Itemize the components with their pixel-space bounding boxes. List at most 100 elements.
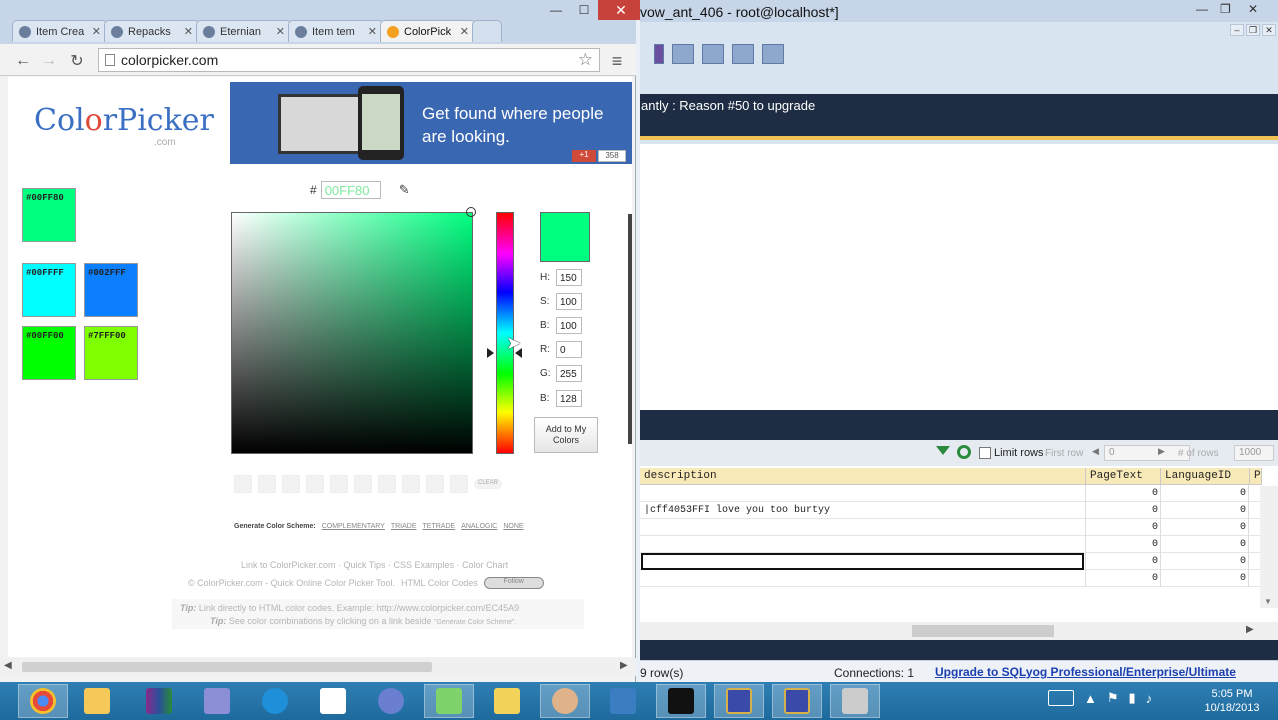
green-input[interactable]: 255 [556, 365, 582, 382]
address-bar[interactable]: colorpicker.com ☆ [98, 48, 600, 72]
table-row[interactable]: 00 [640, 570, 1266, 587]
cell-pagetext[interactable]: 0 [1086, 505, 1158, 516]
table-row[interactable]: |cff4053FFI love you too burtyy 0 0 [640, 502, 1266, 519]
action-center-icon[interactable]: ⚑ [1107, 690, 1119, 706]
minimize-button[interactable]: — [1196, 2, 1208, 16]
network-status-icon[interactable]: ▮ [1129, 690, 1136, 706]
google-plus-button[interactable]: +1 [572, 150, 596, 162]
warcraft-icon[interactable] [714, 684, 764, 718]
maximize-button[interactable]: ☐ [570, 0, 598, 20]
cell-languageid[interactable]: 0 [1162, 556, 1246, 567]
swatch-current[interactable]: #00FF80 [22, 188, 76, 242]
cell-pagetext[interactable]: 0 [1086, 522, 1158, 533]
brightness-input[interactable]: 100 [556, 317, 582, 334]
scheme-triade-link[interactable]: TRIADE [391, 523, 417, 530]
app-icon-2[interactable] [366, 684, 416, 718]
new-tab-button[interactable] [472, 20, 502, 42]
cell-pagetext[interactable]: 0 [1086, 556, 1158, 567]
horizontal-scrollbar[interactable]: ◀ ▶ [0, 658, 636, 676]
column-header-languageid[interactable]: LanguageID [1161, 468, 1250, 485]
table-row[interactable]: 00 [640, 519, 1266, 536]
reload-icon[interactable]: ↻ [66, 50, 88, 72]
close-button[interactable]: ✕ [598, 0, 644, 20]
close-button[interactable]: ✕ [1248, 2, 1258, 16]
cell-languageid[interactable]: 0 [1162, 505, 1246, 516]
character-icon[interactable] [482, 684, 532, 718]
color-cursor[interactable] [466, 207, 476, 217]
table-row[interactable]: 00 [640, 536, 1266, 553]
tab-colorpicker[interactable]: ColorPick ✕ [380, 20, 476, 42]
swatch-complement-4[interactable]: #7FFF00 [84, 326, 138, 380]
tab-repacks[interactable]: Repacks ✕ [104, 20, 200, 42]
clear-button[interactable]: CLEAR [474, 479, 502, 489]
scroll-left-icon[interactable]: ◀ [4, 660, 12, 671]
hex-input[interactable] [320, 181, 381, 199]
upgrade-link[interactable]: Upgrade to SQLyog Professional/Enterpris… [935, 665, 1236, 679]
cell-pagetext[interactable]: 0 [1086, 488, 1158, 499]
swatch-complement-1[interactable]: #00FFFF [22, 263, 76, 317]
saved-color-slot[interactable] [402, 475, 420, 493]
scheme-tetrade-link[interactable]: TETRADE [423, 523, 456, 530]
hue-input[interactable]: 150 [556, 269, 582, 286]
eyedropper-icon[interactable]: ✎ [399, 182, 410, 198]
column-header-more[interactable]: P [1250, 468, 1262, 485]
tab-item-creator[interactable]: Item Crea ✕ [12, 20, 108, 42]
tab-eternian[interactable]: Eternian ✕ [196, 20, 292, 42]
designer-icon[interactable] [762, 44, 784, 64]
network-icon-2[interactable] [598, 684, 648, 718]
scroll-down-icon[interactable]: ▼ [1264, 597, 1272, 606]
scroll-right-icon[interactable]: ▶ [1246, 624, 1254, 635]
winrar-icon[interactable] [134, 684, 184, 718]
blue-input[interactable]: 128 [556, 390, 582, 407]
mdi-restore-button[interactable]: ❐ [1246, 24, 1260, 36]
grid-horizontal-scrollbar[interactable]: ▶ [640, 622, 1278, 640]
minimize-button[interactable]: — [542, 0, 570, 20]
saved-color-slot[interactable] [378, 475, 396, 493]
back-arrow-icon[interactable]: ← [12, 50, 34, 72]
tab-close-icon[interactable]: ✕ [184, 25, 193, 38]
limit-rows-checkbox[interactable] [979, 447, 991, 459]
prev-page-icon[interactable]: ◀ [1092, 446, 1099, 457]
refresh-icon[interactable] [957, 445, 971, 459]
forward-arrow-icon[interactable]: → [38, 50, 60, 72]
cell-pagetext[interactable]: 0 [1086, 573, 1158, 584]
saved-color-slot[interactable] [306, 475, 324, 493]
file-explorer-icon[interactable] [72, 684, 122, 718]
cell-languageid[interactable]: 0 [1162, 573, 1246, 584]
toolbar-icon[interactable] [654, 44, 664, 64]
follow-button[interactable]: Follow [483, 577, 544, 589]
menu-icon[interactable]: ≡ [606, 50, 628, 72]
column-header-pagetext[interactable]: PageText [1086, 468, 1161, 485]
chrome-icon[interactable] [18, 684, 68, 718]
saved-color-slot[interactable] [330, 475, 348, 493]
restore-button[interactable]: ❐ [1220, 2, 1231, 16]
red-input[interactable]: 0 [556, 341, 582, 358]
notepad-icon[interactable] [308, 684, 358, 718]
swatch-complement-2[interactable]: #002FFF [84, 263, 138, 317]
cell-languageid[interactable]: 0 [1162, 539, 1246, 550]
bookmark-star-icon[interactable]: ☆ [578, 50, 593, 70]
keyboard-icon[interactable] [1048, 690, 1074, 706]
table-row[interactable]: 00 [640, 485, 1266, 502]
scheme-complementary-link[interactable]: COMPLEMENTARY [322, 523, 385, 530]
cell-languageid[interactable]: 0 [1162, 488, 1246, 499]
volume-icon[interactable]: ♪ [1146, 691, 1153, 706]
sqlyog-icon[interactable] [830, 684, 880, 718]
cell-pagetext[interactable]: 0 [1086, 539, 1158, 550]
column-header-description[interactable]: description [640, 468, 1086, 485]
grid-vertical-scrollbar[interactable]: ▼ [1260, 486, 1278, 608]
show-hidden-icons[interactable]: ▲ [1084, 691, 1097, 706]
scheme-analogic-link[interactable]: ANALOGIC [461, 523, 497, 530]
table-icon[interactable] [702, 44, 724, 64]
colorpicker-logo[interactable]: ColorPicker .com [34, 97, 214, 151]
cell-description[interactable]: |cff4053FFI love you too burtyy [644, 505, 830, 516]
tab-close-icon[interactable]: ✕ [92, 25, 101, 38]
table-row-selected[interactable]: 00 [640, 553, 1266, 570]
scroll-thumb[interactable] [912, 625, 1054, 637]
database-icon[interactable] [672, 44, 694, 64]
cmd-icon[interactable] [656, 684, 706, 718]
scroll-thumb[interactable] [22, 662, 432, 672]
tab-close-icon[interactable]: ✕ [368, 25, 377, 38]
html-color-codes-link[interactable]: HTML Color Codes [401, 578, 478, 588]
cell-languageid[interactable]: 0 [1162, 522, 1246, 533]
